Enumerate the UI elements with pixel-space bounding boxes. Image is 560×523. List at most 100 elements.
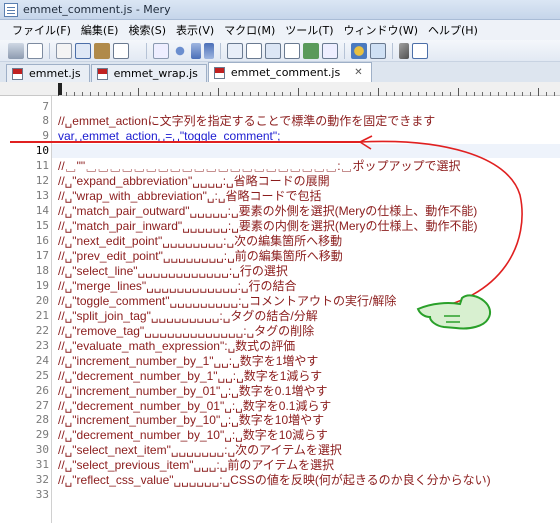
code-line[interactable]: 33 (0, 488, 560, 502)
code-line[interactable]: 16//␣"next_edit_point"␣␣␣␣␣␣␣␣:␣次の編集箇所へ移… (0, 234, 560, 248)
list-icon[interactable] (284, 42, 300, 59)
line-number: 11 (35, 159, 49, 173)
menu-help[interactable]: ヘルプ(H) (428, 22, 478, 38)
line-number: 13 (35, 189, 49, 203)
code-line[interactable]: 12//␣"expand_abbreviation"␣␣␣␣:␣省略コードの展開 (0, 174, 560, 188)
tab-bar: emmet.js emmet_wrap.js emmet_comment.js … (0, 62, 560, 82)
menu-bar: ファイル(F) 編集(E) 検索(S) 表示(V) マクロ(M) ツール(T) … (0, 20, 560, 40)
code-line[interactable]: 32 //␣"reflect_css_value"␣␣␣␣␣␣:␣CSSの値を反映… (0, 473, 560, 487)
line-number: 30 (35, 443, 49, 457)
line-text: //␣"reflect_css_value"␣␣␣␣␣␣:␣CSSの値を反映(何… (58, 473, 491, 488)
find-next-icon[interactable] (204, 42, 214, 59)
line-number: 26 (35, 383, 49, 397)
cut-icon[interactable] (56, 42, 72, 59)
ruler (0, 82, 560, 96)
line-number: 17 (35, 249, 49, 262)
line-number: 22 (35, 323, 49, 337)
line-number: 27 (35, 398, 49, 412)
line-number: 14 (35, 204, 49, 218)
tab-emmet-comment-js[interactable]: emmet_comment.js ✕ (207, 62, 372, 82)
title-bar: emmet_comment.js - Mery (0, 0, 560, 20)
code-line[interactable]: 19//␣"merge_lines"␣␣␣␣␣␣␣␣␣␣␣␣:␣行の結合 (0, 278, 560, 293)
code-line[interactable]: 31//␣"select_previous_item"␣␣␣:␣前のアイテムを選… (0, 458, 560, 472)
close-tab-icon[interactable]: ✕ (354, 67, 362, 78)
code-line[interactable]: 23//␣"evaluate_math_expression":␣数式の評価 (0, 338, 560, 353)
code-line[interactable]: 13//␣"wrap_with_abbreviation"␣:␣省略コードで包括 (0, 189, 560, 203)
macro-icon[interactable] (351, 42, 367, 59)
line-number: 33 (35, 488, 49, 502)
line-number: 20 (35, 293, 49, 307)
code-line[interactable]: 30//␣"select_next_item"␣␣␣␣␣␣␣:␣次のアイテムを選… (0, 443, 560, 457)
code-line[interactable]: 7 (0, 99, 560, 113)
code-line[interactable]: 22//␣"remove_tag"␣␣␣␣␣␣␣␣␣␣␣␣␣:␣タグの削除 (0, 323, 560, 338)
code-line[interactable]: 17//␣"prev_edit_point"␣␣␣␣␣␣␣␣:␣前の編集箇所へ移… (0, 249, 560, 263)
code-line[interactable]: 15//␣"match_pair_inward"␣␣␣␣␣␣:␣要素の内側を選択… (0, 219, 560, 233)
js-file-icon (12, 67, 23, 80)
window-title: emmet_comment.js - Mery (23, 3, 171, 16)
print-preview-icon[interactable] (27, 42, 43, 59)
copy-icon[interactable] (75, 42, 91, 59)
current-line-highlight (52, 143, 560, 158)
code-line[interactable]: 27//␣"decrement_number_by_01"␣:␣数字を0.1減ら… (0, 398, 560, 413)
menu-macro[interactable]: マクロ(M) (224, 22, 275, 38)
line-number: 31 (35, 458, 49, 472)
bookmark-icon[interactable] (303, 42, 319, 59)
print-icon[interactable] (8, 42, 24, 59)
layout-icon[interactable] (227, 42, 243, 59)
code-line[interactable]: 20//␣"toggle_comment"␣␣␣␣␣␣␣␣␣:␣コメントアウトの… (0, 293, 560, 308)
grid-icon[interactable] (113, 42, 129, 59)
line-number: 29 (35, 428, 49, 442)
tab-label: emmet_comment.js (230, 66, 341, 79)
menu-window[interactable]: ウィンドウ(W) (344, 22, 418, 38)
menu-view[interactable]: 表示(V) (176, 22, 214, 38)
highlight-underline (10, 141, 360, 143)
ruler-caret-marker (58, 83, 62, 95)
line-number: 7 (42, 99, 49, 113)
line-number: 24 (35, 353, 49, 367)
js-file-icon (213, 66, 225, 79)
paste-icon[interactable] (94, 42, 110, 59)
tab-emmet-js[interactable]: emmet.js (6, 64, 90, 82)
toolbar (0, 40, 560, 62)
code-line[interactable]: 10 (0, 143, 560, 158)
toolbar-separator (146, 42, 147, 59)
toolbar-separator (344, 42, 345, 59)
code-line[interactable]: 28//␣"increment_number_by_10"␣:␣数字を10増やす (0, 413, 560, 427)
find-icon[interactable] (172, 42, 188, 59)
code-line[interactable]: 25//␣"decrement_number_by_1"␣␣:␣数字を1減らす (0, 368, 560, 383)
line-number: 23 (35, 338, 49, 352)
line-number: 28 (35, 413, 49, 427)
wrap-icon[interactable] (265, 42, 281, 59)
window-icon[interactable] (412, 42, 428, 59)
line-number: 25 (35, 368, 49, 382)
code-line[interactable]: 11//␣""␣␣␣␣␣␣␣␣␣␣␣␣␣␣␣␣␣␣␣␣␣:␣ポップアップで選択 (0, 159, 560, 173)
line-number: 8 (42, 114, 49, 128)
jump-icon[interactable] (322, 42, 338, 59)
code-line[interactable]: 8 //␣emmet_actionに文字列を指定することで標準の動作を固定できます (0, 114, 560, 128)
line-number: 18 (35, 263, 49, 277)
record-icon[interactable] (370, 42, 386, 59)
dropdown-arrow-icon[interactable] (132, 43, 140, 59)
code-line[interactable]: 26//␣"increment_number_by_01"␣:␣数字を0.1増や… (0, 383, 560, 398)
js-file-icon (96, 67, 108, 80)
menu-search[interactable]: 検索(S) (128, 22, 166, 38)
split-icon[interactable] (246, 42, 262, 59)
line-number: 32 (35, 473, 49, 487)
tab-emmet-wrap-js[interactable]: emmet_wrap.js (90, 64, 207, 82)
editor[interactable]: 7 8 //␣emmet_actionに文字列を指定することで標準の動作を固定できま… (0, 96, 560, 523)
line-number: 16 (35, 234, 49, 248)
replace-icon[interactable] (153, 42, 169, 59)
find-prev-icon[interactable] (191, 42, 201, 59)
settings-icon[interactable] (399, 42, 409, 59)
code-line[interactable]: 21//␣"split_join_tag"␣␣␣␣␣␣␣␣␣:␣タグの結合/分解 (0, 308, 560, 323)
menu-edit[interactable]: 編集(E) (81, 22, 119, 38)
code-line[interactable]: 14//␣"match_pair_outward"␣␣␣␣␣:␣要素の外側を選択… (0, 204, 560, 218)
code-line[interactable]: 24//␣"increment_number_by_1"␣␣:␣数字を1増やす (0, 353, 560, 368)
toolbar-separator (220, 42, 221, 59)
tab-label: emmet.js (29, 67, 81, 80)
menu-file[interactable]: ファイル(F) (12, 22, 71, 38)
menu-tools[interactable]: ツール(T) (285, 22, 333, 38)
code-line[interactable]: 18//␣"select_line"␣␣␣␣␣␣␣␣␣␣␣␣:␣行の選択 (0, 263, 560, 278)
line-number: 12 (35, 174, 49, 188)
code-line[interactable]: 29//␣"decrement_number_by_10"␣:␣数字を10減らす (0, 428, 560, 442)
